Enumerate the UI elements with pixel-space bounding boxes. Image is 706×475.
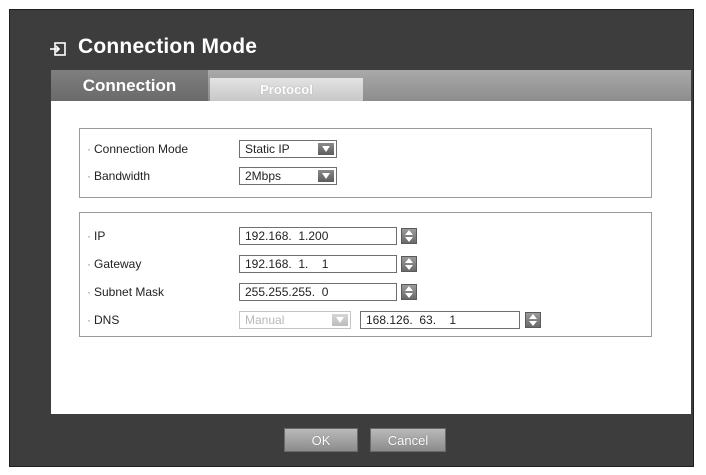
ok-button[interactable]: OK — [284, 428, 358, 452]
dns-label: · DNS — [87, 313, 120, 327]
cancel-button[interactable]: Cancel — [370, 428, 446, 452]
connection-mode-select[interactable]: Static IP — [239, 140, 337, 158]
window-title: Connection Mode — [78, 35, 258, 58]
gateway-stepper-icon[interactable] — [401, 256, 417, 272]
dns-mode-value: Manual — [245, 313, 285, 327]
ip-field[interactable]: 192.168. 1.200 — [239, 227, 397, 245]
bandwidth-select[interactable]: 2Mbps — [239, 167, 337, 185]
ip-stepper-icon[interactable] — [401, 228, 417, 244]
ip-label: · IP — [87, 229, 106, 243]
subnet-mask-stepper-icon[interactable] — [401, 284, 417, 300]
tab-protocol[interactable]: Protocol — [210, 78, 363, 101]
title-bar: Connection Mode — [10, 10, 693, 68]
dns-stepper-icon[interactable] — [525, 312, 541, 328]
chevron-down-icon — [318, 170, 334, 182]
chevron-down-icon — [332, 314, 348, 326]
bandwidth-value: 2Mbps — [245, 169, 282, 183]
dns-mode-select[interactable]: Manual — [239, 311, 351, 329]
connection-mode-value: Static IP — [245, 142, 290, 156]
subnet-mask-label: · Subnet Mask — [87, 285, 165, 299]
network-settings-group: · IP 192.168. 1.200 · Gateway 192.168. 1. … — [79, 212, 652, 337]
gateway-field[interactable]: 192.168. 1. 1 — [239, 255, 397, 273]
connection-mode-window: Connection Mode Connection Protocol · Con… — [9, 9, 694, 467]
connection-settings-group: · Connection Mode Static IP · Bandwidth 2M… — [79, 128, 652, 198]
bandwidth-label: · Bandwidth — [87, 169, 151, 183]
gateway-label: · Gateway — [87, 257, 142, 271]
tab-strip: Connection Protocol — [51, 70, 691, 101]
connection-mode-label: · Connection Mode — [87, 142, 189, 156]
dns-field[interactable]: 168.126. 63. 1 — [360, 311, 520, 329]
tab-connection[interactable]: Connection — [51, 70, 208, 101]
login-icon — [50, 42, 66, 56]
content-panel: · Connection Mode Static IP · Bandwidth 2M… — [51, 101, 691, 414]
subnet-mask-field[interactable]: 255.255.255. 0 — [239, 283, 397, 301]
chevron-down-icon — [318, 143, 334, 155]
